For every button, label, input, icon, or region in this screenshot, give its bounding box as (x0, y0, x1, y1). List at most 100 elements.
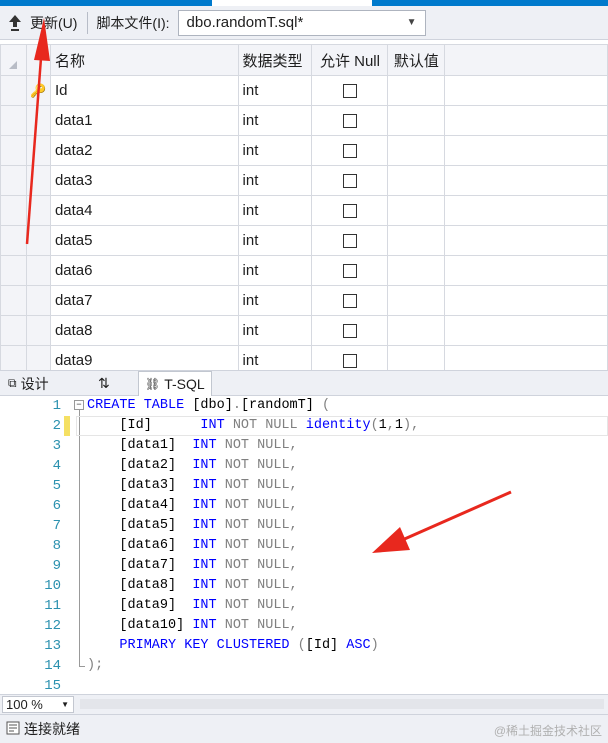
cell-data-type[interactable]: int (237, 165, 313, 196)
cell-allow-null[interactable] (311, 315, 389, 346)
cell-data-type[interactable]: int (237, 255, 313, 286)
code-line[interactable]: 15 (0, 676, 608, 694)
cell-name[interactable]: data6 (49, 255, 239, 286)
header-default-value[interactable]: 默认值 (387, 44, 446, 76)
code-line[interactable]: 10 [data8] INT NOT NULL, (0, 576, 608, 596)
table-row[interactable]: data4 int (0, 195, 608, 226)
cell-name[interactable]: data8 (49, 315, 239, 346)
code-line[interactable]: 13 PRIMARY KEY CLUSTERED ([Id] ASC) (0, 636, 608, 656)
code-text: [data1] INT NOT NULL, (87, 436, 297, 456)
table-row[interactable]: data1 int (0, 105, 608, 136)
tab-tsql[interactable]: ⛓ T-SQL (138, 371, 212, 396)
code-line[interactable]: 11 [data9] INT NOT NULL, (0, 596, 608, 616)
code-token: [data1] (87, 438, 193, 453)
cell-default-value[interactable] (387, 225, 446, 256)
row-selector[interactable] (0, 165, 27, 196)
update-button[interactable]: 更新(U) (0, 9, 83, 37)
cell-allow-null[interactable] (311, 255, 389, 286)
cell-name[interactable]: data4 (49, 195, 239, 226)
table-row[interactable]: data8 int (0, 315, 608, 346)
cell-data-type[interactable]: int (237, 195, 313, 226)
code-line[interactable]: 7 [data5] INT NOT NULL, (0, 516, 608, 536)
tab-swap-panes[interactable]: ⇅ (98, 371, 110, 396)
cell-name[interactable]: Id (49, 75, 239, 106)
cell-default-value[interactable] (387, 195, 446, 226)
code-line[interactable]: 12 [data10] INT NOT NULL, (0, 616, 608, 636)
allow-null-checkbox[interactable] (342, 354, 357, 369)
allow-null-checkbox[interactable] (342, 144, 357, 159)
tsql-editor[interactable]: − 1 CREATE TABLE [dbo].[randomT] (2 [Id] … (0, 396, 608, 694)
code-line[interactable]: 14); (0, 656, 608, 676)
code-line[interactable]: 6 [data4] INT NOT NULL, (0, 496, 608, 516)
code-line[interactable]: 1 CREATE TABLE [dbo].[randomT] ( (0, 396, 608, 416)
row-selector[interactable] (0, 105, 27, 136)
cell-allow-null[interactable] (311, 135, 389, 166)
row-selector[interactable] (0, 315, 27, 346)
header-name[interactable]: 名称 (49, 44, 239, 76)
cell-allow-null[interactable] (311, 165, 389, 196)
table-row[interactable]: data9 int (0, 345, 608, 370)
cell-data-type[interactable]: int (237, 105, 313, 136)
cell-name[interactable]: data9 (49, 345, 239, 370)
allow-null-checkbox[interactable] (342, 324, 357, 339)
cell-default-value[interactable] (387, 75, 446, 106)
cell-data-type[interactable]: int (237, 315, 313, 346)
cell-default-value[interactable] (387, 135, 446, 166)
allow-null-checkbox[interactable] (342, 174, 357, 189)
code-line[interactable]: 8 [data6] INT NOT NULL, (0, 536, 608, 556)
table-row[interactable]: data6 int (0, 255, 608, 286)
table-row[interactable]: 🔑 Id int (0, 75, 608, 106)
allow-null-checkbox[interactable] (342, 204, 357, 219)
header-allow-null[interactable]: 允许 Null (311, 44, 389, 76)
code-line[interactable]: 5 [data3] INT NOT NULL, (0, 476, 608, 496)
cell-default-value[interactable] (387, 165, 446, 196)
table-row[interactable]: data7 int (0, 285, 608, 316)
row-selector[interactable] (0, 345, 27, 370)
allow-null-checkbox[interactable] (342, 84, 357, 99)
script-file-select[interactable]: dbo.randomT.sql* ▼ (177, 9, 426, 36)
cell-name[interactable]: data7 (49, 285, 239, 316)
row-selector[interactable] (0, 225, 27, 256)
zoom-select[interactable]: 100 % ▼ (2, 696, 74, 713)
allow-null-checkbox[interactable] (342, 234, 357, 249)
code-line[interactable]: 9 [data7] INT NOT NULL, (0, 556, 608, 576)
row-selector[interactable] (0, 135, 27, 166)
cell-allow-null[interactable] (311, 195, 389, 226)
table-row[interactable]: data5 int (0, 225, 608, 256)
tab-design[interactable]: ⧉ 设计 (8, 371, 49, 396)
cell-name[interactable]: data5 (49, 225, 239, 256)
cell-name[interactable]: data2 (49, 135, 239, 166)
cell-allow-null[interactable] (311, 285, 389, 316)
cell-default-value[interactable] (387, 315, 446, 346)
row-selector[interactable] (0, 285, 27, 316)
header-data-type[interactable]: 数据类型 (237, 44, 313, 76)
cell-allow-null[interactable] (311, 105, 389, 136)
cell-data-type[interactable]: int (237, 75, 313, 106)
select-all-corner[interactable] (0, 44, 27, 76)
row-selector[interactable] (0, 195, 27, 226)
cell-name[interactable]: data3 (49, 165, 239, 196)
cell-data-type[interactable]: int (237, 135, 313, 166)
cell-data-type[interactable]: int (237, 225, 313, 256)
cell-default-value[interactable] (387, 345, 446, 370)
cell-default-value[interactable] (387, 105, 446, 136)
allow-null-checkbox[interactable] (342, 114, 357, 129)
cell-name[interactable]: data1 (49, 105, 239, 136)
cell-data-type[interactable]: int (237, 345, 313, 370)
allow-null-checkbox[interactable] (342, 294, 357, 309)
table-row[interactable]: data3 int (0, 165, 608, 196)
cell-default-value[interactable] (387, 285, 446, 316)
code-line[interactable]: 2 [Id] INT NOT NULL identity(1,1), (0, 416, 608, 436)
code-line[interactable]: 4 [data2] INT NOT NULL, (0, 456, 608, 476)
cell-default-value[interactable] (387, 255, 446, 286)
cell-allow-null[interactable] (311, 345, 389, 370)
row-selector[interactable] (0, 75, 27, 106)
table-row[interactable]: data2 int (0, 135, 608, 166)
cell-allow-null[interactable] (311, 75, 389, 106)
allow-null-checkbox[interactable] (342, 264, 357, 279)
code-line[interactable]: 3 [data1] INT NOT NULL, (0, 436, 608, 456)
row-selector[interactable] (0, 255, 27, 286)
cell-allow-null[interactable] (311, 225, 389, 256)
horizontal-scrollbar[interactable] (80, 699, 604, 709)
cell-data-type[interactable]: int (237, 285, 313, 316)
